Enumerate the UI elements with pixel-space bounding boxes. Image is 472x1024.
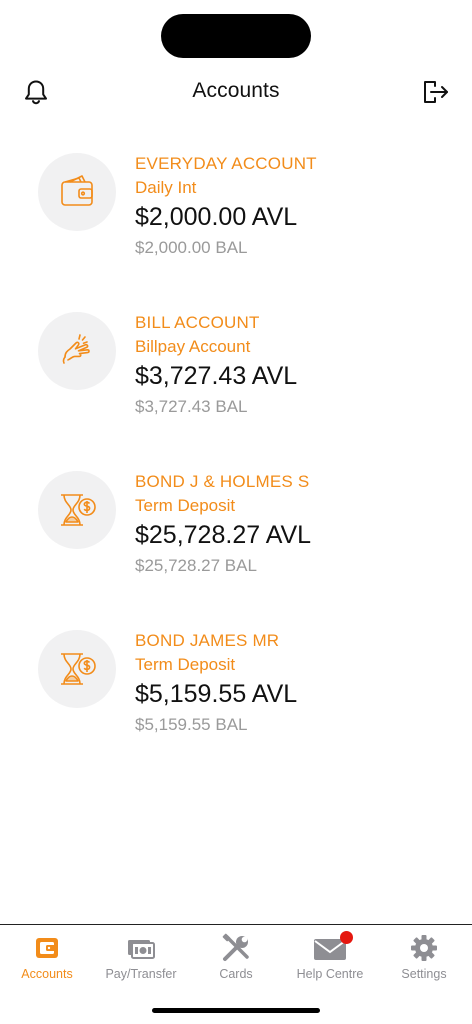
current-balance: $2,000.00 BAL <box>135 238 248 257</box>
home-indicator[interactable] <box>152 1008 320 1013</box>
header: Accounts <box>0 70 472 114</box>
hourglass-dollar-icon <box>61 494 96 526</box>
current-balance: $5,159.55 BAL <box>135 715 248 734</box>
cash-icon <box>128 940 155 959</box>
account-type: Term Deposit <box>135 655 236 674</box>
tab-label: Cards <box>219 967 253 981</box>
account-list: EVERYDAY ACCOUNT Daily Int $2,000.00 AVL… <box>0 150 472 786</box>
logout-icon[interactable] <box>420 78 450 106</box>
tab-cards[interactable]: Cards <box>189 925 283 995</box>
tab-label: Help Centre <box>296 967 364 981</box>
account-avatar <box>38 471 116 549</box>
available-balance: $3,727.43 AVL <box>135 362 298 390</box>
available-balance: $25,728.27 AVL <box>135 521 312 549</box>
account-row-term-deposit-2[interactable]: BOND JAMES MR Term Deposit $5,159.55 AVL… <box>0 627 472 786</box>
account-row-everyday[interactable]: EVERYDAY ACCOUNT Daily Int $2,000.00 AVL… <box>0 150 472 309</box>
tab-pay-transfer[interactable]: Pay/Transfer <box>94 925 188 995</box>
hourglass-dollar-icon <box>61 653 96 685</box>
account-row-term-deposit-1[interactable]: BOND J & HOLMES S Term Deposit $25,728.2… <box>0 468 472 627</box>
account-type: Billpay Account <box>135 337 251 356</box>
tab-label: Settings <box>401 967 447 981</box>
tab-help-centre[interactable]: Help Centre <box>283 925 377 995</box>
tab-label: Pay/Transfer <box>105 967 177 981</box>
available-balance: $5,159.55 AVL <box>135 680 298 708</box>
account-name: BOND J & HOLMES S <box>135 472 310 491</box>
account-type: Term Deposit <box>135 496 236 515</box>
account-name: EVERYDAY ACCOUNT <box>135 154 317 173</box>
available-balance: $2,000.00 AVL <box>135 203 298 231</box>
accounts-screen: Accounts EVERYDAY ACCOUNT Daily Int $2,0… <box>0 0 472 1024</box>
tools-icon <box>222 933 249 961</box>
account-name: BOND JAMES MR <box>135 631 280 650</box>
page-title: Accounts <box>192 79 280 102</box>
wallet-icon <box>61 175 93 206</box>
current-balance: $25,728.27 BAL <box>135 556 257 575</box>
snapping-fingers-icon <box>62 334 90 364</box>
tab-accounts[interactable]: Accounts <box>0 925 94 995</box>
account-row-bill[interactable]: BILL ACCOUNT Billpay Account $3,727.43 A… <box>0 309 472 468</box>
current-balance: $3,727.43 BAL <box>135 397 248 416</box>
wallet-icon <box>36 938 58 958</box>
account-avatar <box>38 630 116 708</box>
gear-icon <box>411 935 437 961</box>
account-type: Daily Int <box>135 178 197 197</box>
tab-label: Accounts <box>21 967 73 981</box>
dynamic-island <box>161 14 311 58</box>
tab-settings[interactable]: Settings <box>377 925 471 995</box>
account-avatar <box>38 153 116 231</box>
account-name: BILL ACCOUNT <box>135 313 260 332</box>
account-avatar <box>38 312 116 390</box>
notification-badge <box>340 931 353 944</box>
